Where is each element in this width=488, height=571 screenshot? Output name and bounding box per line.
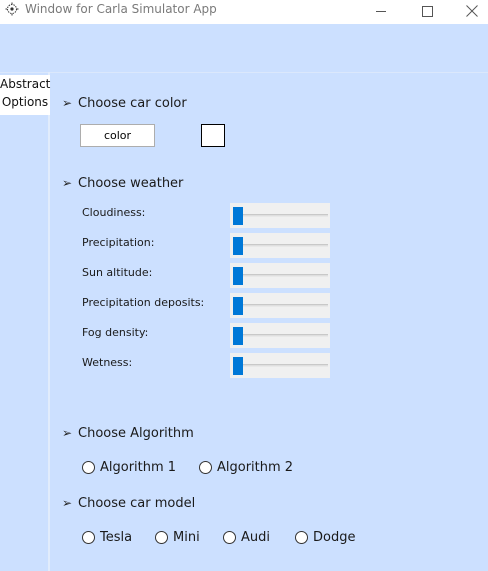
radio-mini[interactable]: Mini [155, 527, 200, 547]
precipitation-deposits-slider[interactable] [230, 293, 330, 318]
radio-dodge[interactable]: Dodge [295, 527, 355, 547]
radio-label: Audi [241, 529, 270, 545]
radio-label: Tesla [100, 529, 133, 545]
section-weather: ➢ Choose weather [62, 173, 183, 193]
slider-thumb[interactable] [233, 267, 243, 285]
slider-thumb[interactable] [233, 207, 243, 225]
wetness-slider[interactable] [230, 353, 330, 378]
radio-button-icon[interactable] [199, 460, 212, 474]
slider-thumb[interactable] [233, 327, 243, 345]
cloudiness-label: Cloudiness: [82, 206, 146, 219]
sun-altitude-slider[interactable] [230, 263, 330, 288]
slider-thumb[interactable] [233, 357, 243, 375]
color-button[interactable]: color [80, 124, 155, 147]
maximize-button[interactable] [404, 0, 450, 22]
app-icon [5, 2, 19, 16]
slider-thumb[interactable] [233, 237, 243, 255]
radio-button-icon[interactable] [155, 530, 168, 544]
section-car-model: ➢ Choose car model [62, 493, 195, 513]
close-button[interactable] [449, 0, 488, 22]
precipitation-deposits-label: Precipitation deposits: [82, 296, 205, 309]
maximize-icon [421, 5, 433, 17]
section-title: Choose car model [78, 495, 196, 511]
sidebar-divider [48, 72, 50, 571]
arrow-icon: ➢ [62, 496, 73, 510]
tab-label-line2: Options [1, 95, 49, 109]
minimize-button[interactable] [358, 0, 404, 22]
precipitation-slider[interactable] [230, 233, 330, 258]
radio-audi[interactable]: Audi [223, 527, 270, 547]
sun-altitude-label: Sun altitude: [82, 266, 153, 279]
tab-label-line1: Abstract [0, 77, 51, 91]
wetness-label: Wetness: [82, 356, 133, 369]
fog-density-slider[interactable] [230, 323, 330, 348]
tab-abstract-options[interactable]: Abstract Options [0, 75, 50, 115]
section-title: Choose weather [78, 175, 184, 191]
radio-label: Algorithm 2 [217, 459, 294, 475]
radio-button-icon[interactable] [295, 530, 308, 544]
radio-algorithm-2[interactable]: Algorithm 2 [199, 457, 293, 477]
radio-label: Mini [173, 529, 200, 545]
radio-button-icon[interactable] [223, 530, 236, 544]
color-swatch [201, 124, 225, 147]
radio-button-icon[interactable] [82, 530, 95, 544]
window-title: Window for Carla Simulator App [25, 2, 217, 16]
radio-label: Algorithm 1 [100, 459, 177, 475]
radio-algorithm-1[interactable]: Algorithm 1 [82, 457, 176, 477]
radio-label: Dodge [313, 529, 356, 545]
section-car-color: ➢ Choose car color [62, 93, 187, 113]
precipitation-label: Precipitation: [82, 236, 155, 249]
radio-button-icon[interactable] [82, 460, 95, 474]
radio-tesla[interactable]: Tesla [82, 527, 132, 547]
section-algorithm: ➢ Choose Algorithm [62, 423, 194, 443]
app-window: Window for Carla Simulator App Abstract … [0, 0, 488, 571]
title-bar[interactable]: Window for Carla Simulator App [0, 0, 488, 24]
arrow-icon: ➢ [62, 426, 73, 440]
section-title: Choose Algorithm [78, 425, 194, 441]
slider-thumb[interactable] [233, 297, 243, 315]
section-title: Choose car color [78, 95, 187, 111]
arrow-icon: ➢ [62, 176, 73, 190]
fog-density-label: Fog density: [82, 326, 149, 339]
arrow-icon: ➢ [62, 96, 73, 110]
cloudiness-slider[interactable] [230, 203, 330, 228]
close-icon [466, 5, 478, 17]
minimize-icon [375, 10, 386, 12]
header-divider [0, 72, 488, 73]
